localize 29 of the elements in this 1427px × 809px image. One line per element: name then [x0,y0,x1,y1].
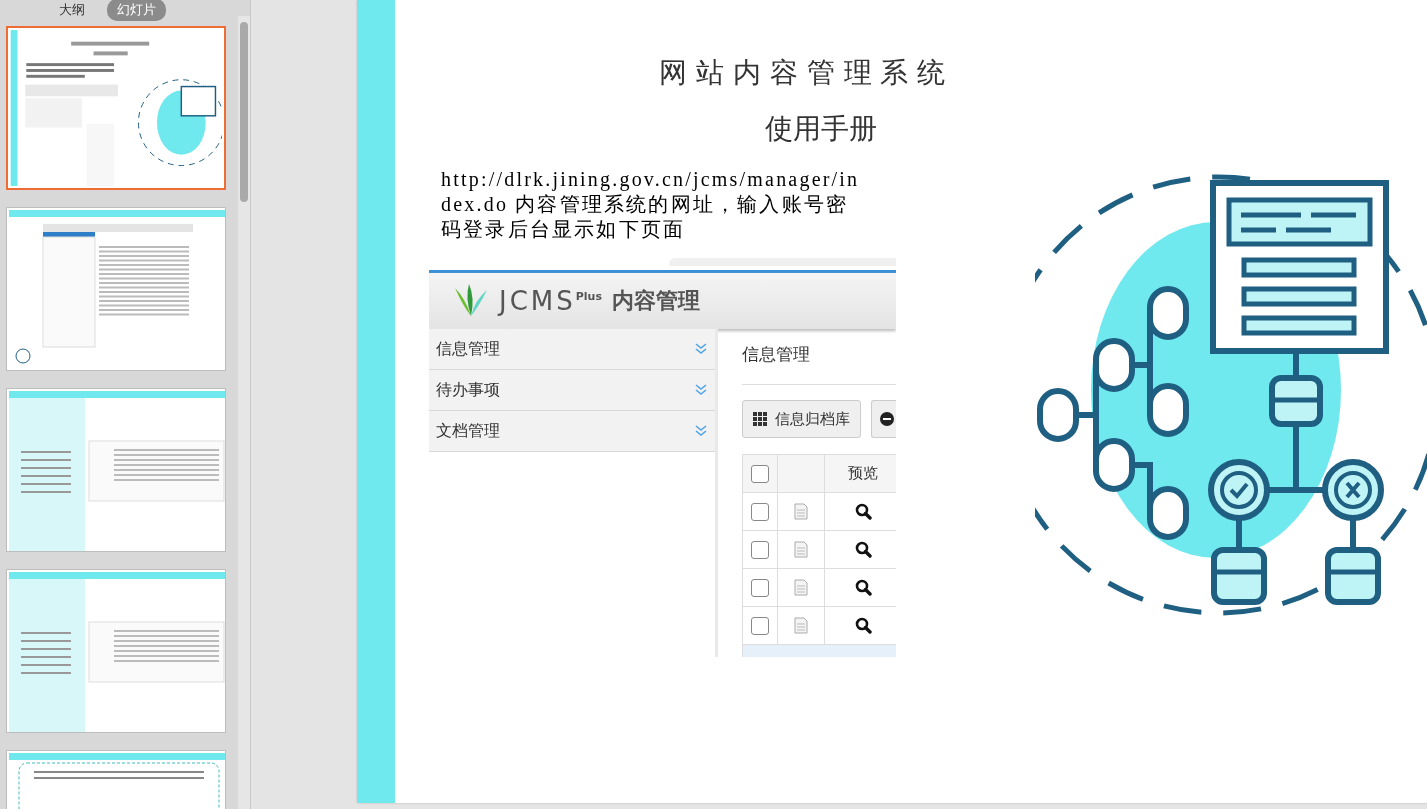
grid-icon [753,412,767,426]
brand-name: JCMS$^{Plus}$ [499,286,602,317]
search-icon[interactable] [854,617,872,634]
view-tab[interactable]: 大纲 [48,0,95,21]
checkbox[interactable] [751,616,769,635]
document-icon [794,503,808,520]
nav-item[interactable]: 信息管理 [429,329,715,370]
slide-body-text: http://dlrk.jining.gov.cn/jcms/manager/index.do 内容管理系统的网址，输入账号密码登录后台显示如下页面 [441,167,861,242]
slide-title: 网 站 内 容 管 理 系 统 [659,55,946,91]
scrollbar-thumb[interactable] [240,22,248,202]
minus-circle-icon [880,412,894,426]
document-icon [794,617,808,634]
product-name: 内容管理 [612,287,700,316]
slide-subtitle: 使用手册 [765,111,877,147]
nav-item[interactable]: 文档管理 [429,411,715,452]
checkbox[interactable] [751,578,769,597]
document-icon [794,541,808,558]
checkbox[interactable] [751,464,769,483]
document-icon [794,579,808,596]
search-icon[interactable] [854,503,872,520]
toolbar-button[interactable] [871,400,896,438]
section-heading: 信息管理 [742,343,896,385]
search-icon[interactable] [854,541,872,558]
search-icon[interactable] [854,579,872,596]
archive-button[interactable]: 信息归档库 [742,400,861,438]
nav-item[interactable]: 待办事项 [429,370,715,411]
checkbox[interactable] [751,540,769,559]
checkbox[interactable] [751,502,769,521]
column-header: 预览 [847,463,879,484]
